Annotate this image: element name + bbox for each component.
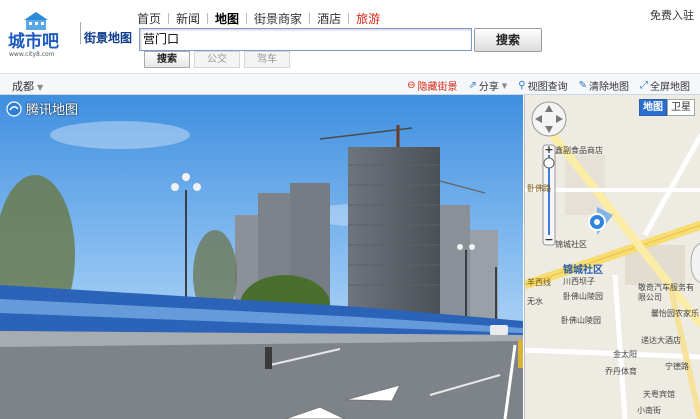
nav-streetview-shops[interactable]: 街景商家 — [247, 10, 309, 27]
search-button[interactable]: 搜索 — [474, 28, 542, 52]
tab-bus[interactable]: 公交 — [194, 51, 240, 68]
map-tab-map[interactable]: 地图 — [639, 99, 667, 116]
tab-drive[interactable]: 驾车 — [244, 51, 290, 68]
clear-map-button[interactable]: ✎ 清除地图 — [579, 78, 629, 93]
tool-list: ⊖ 隐藏街景 ⇗ 分享 ▼ ⚲ 视图查询 ✎ 清除地图 ⤢ 全屏地图 — [396, 78, 690, 93]
chevron-down-icon: ▼ — [501, 81, 508, 90]
fullscreen-map-button[interactable]: ⤢ 全屏地图 — [640, 78, 690, 93]
nav-travel[interactable]: 旅游 — [349, 10, 387, 27]
map-district-label: 锦城社区 — [563, 265, 603, 276]
map-road-label: 卧佛路 — [527, 184, 551, 193]
logo-subtitle: 街景地图 — [84, 31, 133, 45]
mini-map[interactable]: 地图 卫星 + − 鑫副食品商店 锦城社区 锦城社区 川西坝子 卧佛山陵园 敬奇… — [524, 95, 700, 419]
tencent-map-brand: 腾讯地图 — [6, 99, 78, 118]
map-label: 锦城社区 — [555, 240, 587, 249]
map-zoom-out-icon[interactable]: − — [543, 233, 555, 246]
fullscreen-map-label: 全屏地图 — [650, 82, 690, 93]
map-label: 卧佛山陵园 — [563, 292, 603, 301]
header: 城市吧 www.city8.com 街景地图 首页 新闻 地图 街景商家 酒店 … — [0, 0, 700, 74]
free-join-link[interactable]: 免费入驻 — [650, 7, 694, 23]
tab-search[interactable]: 搜索 — [144, 51, 190, 68]
share-button[interactable]: ⇗ 分享 ▼ — [469, 78, 508, 93]
map-label: 卧佛山陵园 — [561, 316, 601, 325]
map-label: 鑫副食品商店 — [555, 146, 603, 155]
city-name: 成都 — [12, 80, 34, 93]
svg-text:www.city8.com: www.city8.com — [9, 51, 55, 58]
map-label: 乔丹体育 — [605, 367, 637, 376]
share-icon: ⇗ — [468, 80, 477, 91]
map-label: 敬奇汽车服务有限公司 — [638, 283, 694, 302]
view-query-label: 视图查询 — [527, 82, 568, 93]
map-label: 天粤宾馆 — [643, 390, 675, 399]
street-view-panorama[interactable]: 腾讯地图 — [0, 95, 523, 419]
city8-logo[interactable]: 城市吧 www.city8.com — [6, 8, 76, 58]
map-tab-group: 地图 卫星 — [639, 99, 695, 116]
panorama-image — [0, 95, 523, 419]
tencent-map-logo-icon — [6, 100, 22, 117]
share-label: 分享 — [478, 82, 499, 93]
fullscreen-icon: ⤢ — [640, 80, 648, 91]
map-label: 无水 — [527, 297, 543, 306]
map-label: 金太阳 — [613, 350, 637, 359]
eraser-icon: ✎ — [578, 80, 587, 91]
map-label: 宁德路 — [665, 362, 689, 371]
nav-hotel[interactable]: 酒店 — [310, 10, 348, 27]
nav-map[interactable]: 地图 — [208, 10, 246, 27]
svg-text:城市吧: 城市吧 — [8, 31, 59, 52]
map-road-label: 羊西线 — [527, 278, 551, 287]
search-mode-tabs: 搜索 公交 驾车 — [144, 51, 294, 68]
map-zoom-in-icon[interactable]: + — [543, 143, 555, 156]
map-toolbar: 成都 ▼ ⊖ 隐藏街景 ⇗ 分享 ▼ ⚲ 视图查询 ✎ 清除地图 ⤢ 全屏地图 — [0, 74, 700, 95]
nav-home[interactable]: 首页 — [137, 10, 168, 27]
view-query-button[interactable]: ⚲ 视图查询 — [518, 78, 567, 93]
clear-map-label: 清除地图 — [589, 82, 629, 93]
hide-streetview-label: 隐藏街景 — [417, 82, 458, 93]
top-nav: 首页 新闻 地图 街景商家 酒店 旅游 — [137, 10, 387, 27]
search-input[interactable]: 营门口 — [139, 28, 472, 51]
minus-circle-icon: ⊖ — [407, 80, 416, 91]
magnifier-icon: ⚲ — [518, 80, 526, 91]
map-label: 川西坝子 — [563, 277, 595, 286]
nav-news[interactable]: 新闻 — [169, 10, 207, 27]
map-label: 递达大酒店 — [641, 336, 681, 345]
chevron-down-icon: ▼ — [37, 83, 44, 92]
logo-divider — [80, 22, 81, 44]
city-selector[interactable]: 成都 ▼ — [12, 78, 43, 94]
hide-streetview-button[interactable]: ⊖ 隐藏街景 — [407, 78, 457, 93]
map-label: 小南街 — [637, 406, 661, 415]
map-label: 馨怡园农家乐 — [651, 309, 699, 318]
tencent-map-label: 腾讯地图 — [26, 103, 79, 118]
map-tab-satellite[interactable]: 卫星 — [667, 99, 695, 116]
